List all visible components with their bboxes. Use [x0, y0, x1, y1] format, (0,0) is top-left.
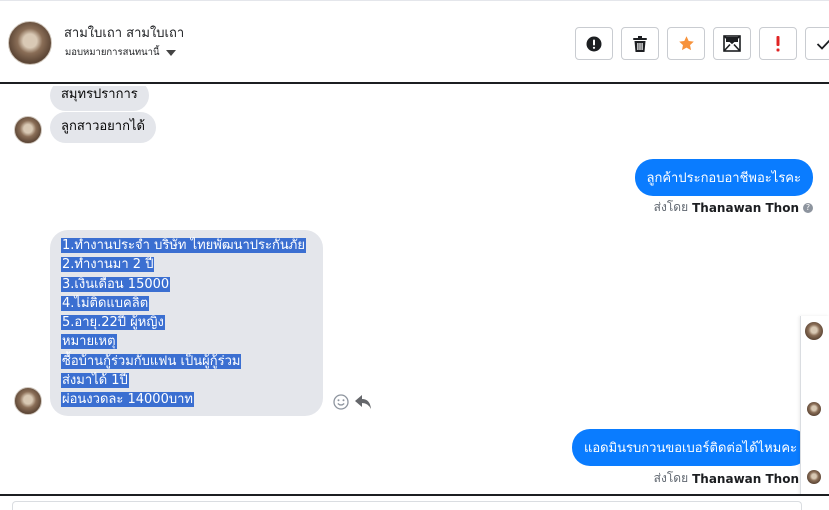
sent-by-label: ส่งโดย [653, 471, 689, 485]
sender-avatar[interactable] [14, 116, 42, 144]
exclamation-icon [776, 35, 780, 51]
smiley-icon[interactable] [333, 394, 349, 410]
side-panel-clipped[interactable] [800, 316, 829, 510]
assign-label: มอบหมายการสนทนานี้ [65, 47, 160, 58]
caret-down-icon [165, 49, 176, 56]
sender-name[interactable]: Thanawan Thon [692, 201, 799, 215]
exclamation-circle-icon [586, 36, 602, 51]
avatar [807, 470, 821, 484]
message-line: 4.ไม่ติดแบคลิต [61, 295, 150, 311]
envelope-icon [723, 35, 741, 52]
contact-name[interactable]: สามใบเถา สามใบเถา [64, 22, 184, 43]
contact-avatar[interactable] [8, 21, 52, 65]
star-button[interactable] [667, 27, 705, 60]
incoming-message[interactable]: ลูกสาวอยากได้ [50, 112, 156, 143]
outgoing-message[interactable]: แอดมินรบกวนขอเบอร์ติดต่อได้ไหมคะ [571, 429, 809, 466]
incoming-message[interactable]: สมุทรปราการ [50, 86, 149, 111]
conversation-header: สามใบเถา สามใบเถา มอบหมายการสนทนานี้ [0, 0, 829, 84]
incoming-message-long[interactable]: 1.ทำงานประจำ บริษัท ไทยพัฒนาประกันภัย 2.… [50, 230, 323, 416]
trash-icon [633, 35, 647, 52]
header-divider [0, 0, 829, 4]
help-icon[interactable]: ? [803, 202, 813, 213]
header-actions [575, 27, 829, 60]
avatar [807, 402, 821, 416]
message-line: ผ่อนงวดละ 14000บาท [61, 392, 194, 408]
star-icon [678, 36, 694, 51]
message-line: ซื้อบ้านกู้ร่วมกับแฟน เป็นผู้กู้ร่วม [61, 353, 242, 369]
report-button[interactable] [575, 27, 613, 60]
sent-by-label: ส่งโดย [653, 200, 689, 214]
message-line: 1.ทำงานประจำ บริษัท ไทยพัฒนาประกันภัย [61, 238, 306, 253]
assign-conversation-dropdown[interactable]: มอบหมายการสนทนานี้ [65, 45, 176, 60]
message-line: 5.อายุ.22ปี ผู้หญิง [61, 315, 165, 331]
outgoing-message[interactable]: ลูกค้าประกอบอาชีพอะไรคะ [634, 159, 813, 196]
composer-area [0, 494, 829, 510]
spam-button[interactable] [759, 27, 797, 60]
message-line: 2.ทำงานมา 2 ปี [61, 257, 155, 273]
sender-name[interactable]: Thanawan Thon [692, 472, 799, 486]
message-thread[interactable]: สมุทรปราการ ลูกสาวอยากได้ ลูกค้าประกอบอา… [0, 86, 829, 494]
message-line: หมายเหตุ [61, 334, 117, 350]
message-line: 3.เงินเดือน 15000 [61, 276, 171, 292]
reply-icon[interactable] [355, 394, 372, 410]
avatar[interactable] [805, 322, 823, 340]
done-button[interactable] [805, 27, 829, 60]
sent-by-line: ส่งโดย Thanawan Thon [654, 469, 799, 488]
message-actions [333, 394, 372, 410]
check-icon [816, 39, 829, 50]
delete-button[interactable] [621, 27, 659, 60]
mark-unread-button[interactable] [713, 27, 751, 60]
sender-avatar[interactable] [14, 387, 42, 415]
sent-by-line: ส่งโดย Thanawan Thon ? [654, 198, 813, 217]
reply-input[interactable] [12, 501, 802, 510]
message-line: ส่งมาได้ 1ปี [61, 373, 129, 389]
